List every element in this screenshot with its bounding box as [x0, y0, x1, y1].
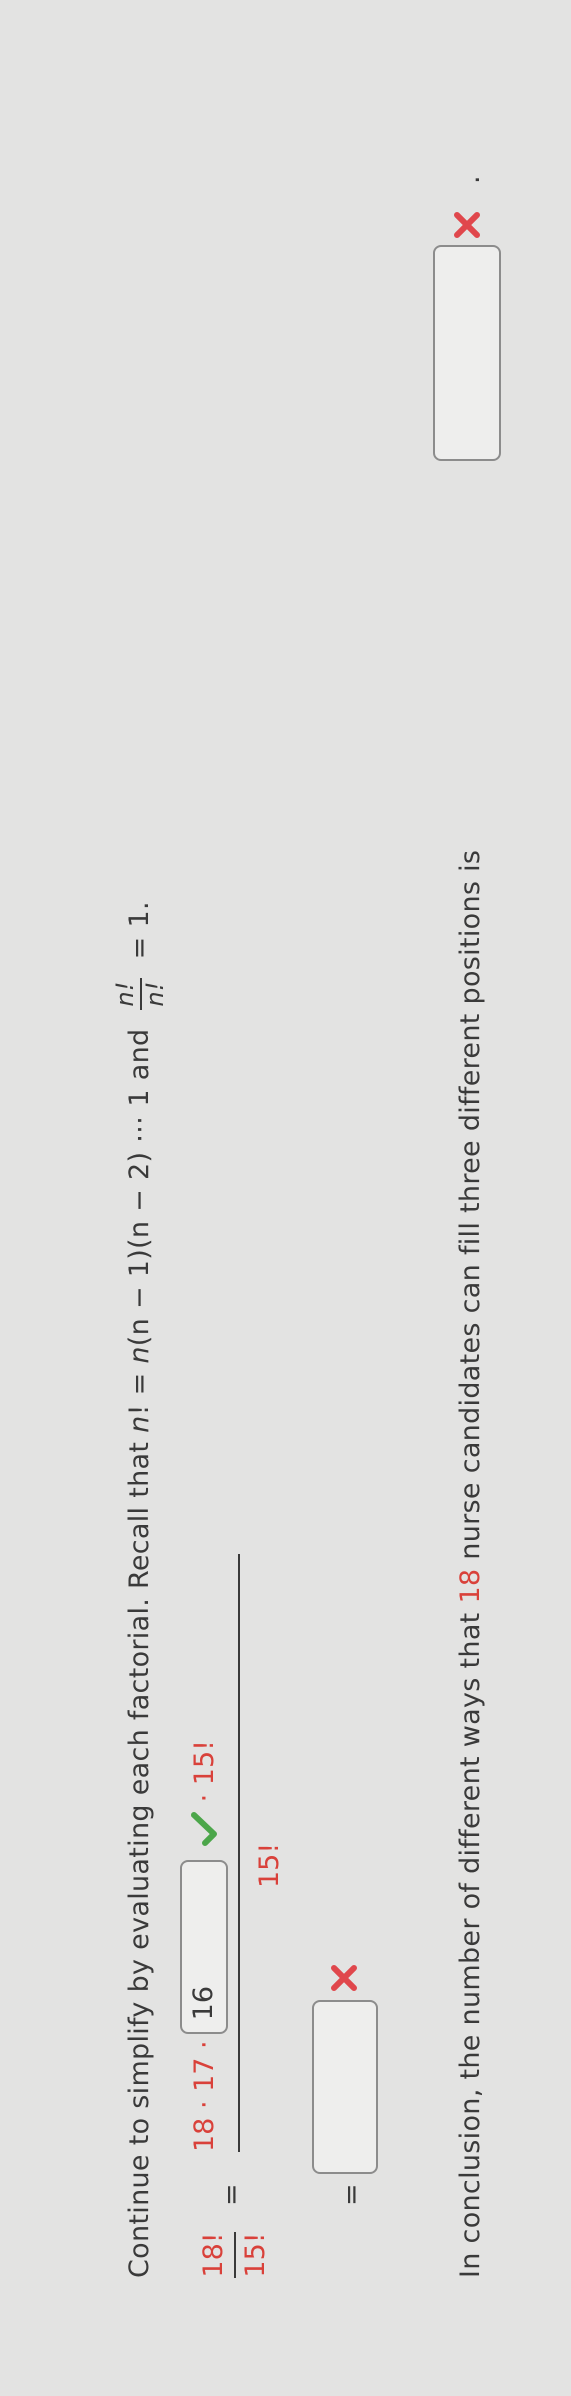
- lhs-fraction: 18! 15!: [196, 2232, 275, 2278]
- conclusion-text: In conclusion, the number of different w…: [455, 850, 486, 2278]
- numerator-prefix: 18 · 17 ·: [188, 2040, 220, 2152]
- conclusion-period: .: [455, 175, 486, 184]
- worksheet: Continue to simplify by evaluating each …: [0, 0, 571, 2396]
- lhs-denominator: 15!: [240, 2232, 272, 2278]
- conclusion-part-a: In conclusion, the number of different w…: [455, 1603, 486, 2278]
- instruction-text: Continue to simplify by evaluating each …: [111, 901, 169, 2278]
- checkmark-icon: [191, 1812, 217, 1847]
- fraction-denominator: n!: [140, 981, 169, 1007]
- instruction-prefix: Continue to simplify by evaluating each …: [124, 1432, 156, 2278]
- instruction-suffix: = 1.: [124, 901, 156, 960]
- answer-box-simplified[interactable]: [312, 2000, 378, 2174]
- equals-sign-1: =: [216, 2183, 247, 2206]
- formula-mid: ! =: [124, 1363, 156, 1416]
- x-mark-icon: [454, 212, 480, 238]
- lhs-fraction-bar: [234, 2232, 237, 2278]
- conclusion-number: 18: [455, 1568, 486, 1604]
- numerator-suffix: · 15!: [188, 1740, 220, 1803]
- x-mark-icon: [331, 1965, 357, 1991]
- fraction-numerator: n!: [111, 978, 142, 1010]
- answer-box-16[interactable]: 16: [180, 1860, 228, 2035]
- answer-box-conclusion[interactable]: [433, 245, 501, 461]
- expanded-numerator: 18 · 17 · 16 · 15!: [180, 1740, 228, 2152]
- formula-n: n: [124, 1415, 156, 1433]
- conclusion-part-b: nurse candidates can fill three differen…: [455, 849, 486, 1569]
- n-over-n-fraction: n! n!: [111, 978, 169, 1010]
- answer-box-value: 16: [188, 1986, 219, 2021]
- rotated-content: Continue to simplify by evaluating each …: [0, 0, 571, 2396]
- lhs-numerator: 18!: [198, 2232, 229, 2278]
- main-fraction-bar: [238, 1554, 240, 2152]
- formula-rest: (n − 1)(n − 2) ⋯ 1 and: [124, 1028, 156, 1347]
- equals-sign-2: =: [336, 2183, 367, 2206]
- formula-n2: n: [124, 1346, 156, 1364]
- main-denominator: 15!: [254, 1842, 285, 1888]
